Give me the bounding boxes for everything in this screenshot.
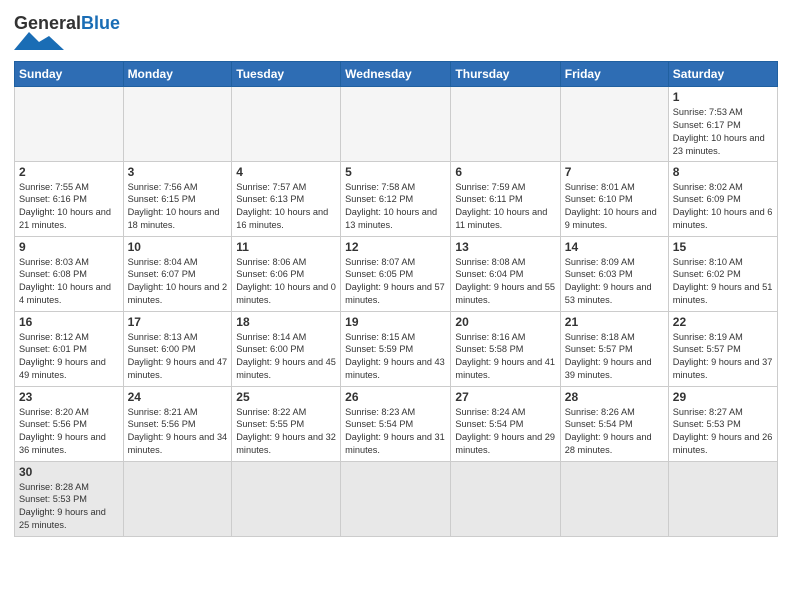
day-7: 7Sunrise: 8:01 AMSunset: 6:10 PMDaylight… (560, 161, 668, 236)
empty-cell (560, 87, 668, 162)
day-10: 10Sunrise: 8:04 AMSunset: 6:07 PMDayligh… (123, 236, 232, 311)
day-26: 26Sunrise: 8:23 AMSunset: 5:54 PMDayligh… (341, 386, 451, 461)
logo-text: GeneralBlue (14, 14, 120, 32)
empty-cell (15, 87, 124, 162)
day-3: 3Sunrise: 7:56 AMSunset: 6:15 PMDaylight… (123, 161, 232, 236)
header: GeneralBlue (14, 10, 778, 55)
week-row-3: 9Sunrise: 8:03 AMSunset: 6:08 PMDaylight… (15, 236, 778, 311)
day-15: 15Sunrise: 8:10 AMSunset: 6:02 PMDayligh… (668, 236, 777, 311)
day-27: 27Sunrise: 8:24 AMSunset: 5:54 PMDayligh… (451, 386, 560, 461)
empty-cell (668, 461, 777, 536)
day-11: 11Sunrise: 8:06 AMSunset: 6:06 PMDayligh… (232, 236, 341, 311)
empty-cell (341, 461, 451, 536)
day-8: 8Sunrise: 8:02 AMSunset: 6:09 PMDaylight… (668, 161, 777, 236)
empty-cell (341, 87, 451, 162)
day-29: 29Sunrise: 8:27 AMSunset: 5:53 PMDayligh… (668, 386, 777, 461)
day-22: 22Sunrise: 8:19 AMSunset: 5:57 PMDayligh… (668, 311, 777, 386)
header-saturday: Saturday (668, 62, 777, 87)
logo: GeneralBlue (14, 14, 120, 55)
day-5: 5Sunrise: 7:58 AMSunset: 6:12 PMDaylight… (341, 161, 451, 236)
day-12: 12Sunrise: 8:07 AMSunset: 6:05 PMDayligh… (341, 236, 451, 311)
day-6: 6Sunrise: 7:59 AMSunset: 6:11 PMDaylight… (451, 161, 560, 236)
day-17: 17Sunrise: 8:13 AMSunset: 6:00 PMDayligh… (123, 311, 232, 386)
header-sunday: Sunday (15, 62, 124, 87)
day-18: 18Sunrise: 8:14 AMSunset: 6:00 PMDayligh… (232, 311, 341, 386)
empty-cell (451, 461, 560, 536)
weekday-header-row: Sunday Monday Tuesday Wednesday Thursday… (15, 62, 778, 87)
day-21: 21Sunrise: 8:18 AMSunset: 5:57 PMDayligh… (560, 311, 668, 386)
empty-cell (232, 87, 341, 162)
week-row-6: 30Sunrise: 8:28 AMSunset: 5:53 PMDayligh… (15, 461, 778, 536)
day-25: 25Sunrise: 8:22 AMSunset: 5:55 PMDayligh… (232, 386, 341, 461)
logo-icon (14, 32, 64, 50)
day-24: 24Sunrise: 8:21 AMSunset: 5:56 PMDayligh… (123, 386, 232, 461)
day-23: 23Sunrise: 8:20 AMSunset: 5:56 PMDayligh… (15, 386, 124, 461)
day-9: 9Sunrise: 8:03 AMSunset: 6:08 PMDaylight… (15, 236, 124, 311)
day-14: 14Sunrise: 8:09 AMSunset: 6:03 PMDayligh… (560, 236, 668, 311)
empty-cell (560, 461, 668, 536)
empty-cell (123, 461, 232, 536)
day-19: 19Sunrise: 8:15 AMSunset: 5:59 PMDayligh… (341, 311, 451, 386)
day-4: 4Sunrise: 7:57 AMSunset: 6:13 PMDaylight… (232, 161, 341, 236)
header-friday: Friday (560, 62, 668, 87)
header-monday: Monday (123, 62, 232, 87)
day-28: 28Sunrise: 8:26 AMSunset: 5:54 PMDayligh… (560, 386, 668, 461)
day-20: 20Sunrise: 8:16 AMSunset: 5:58 PMDayligh… (451, 311, 560, 386)
day-16: 16Sunrise: 8:12 AMSunset: 6:01 PMDayligh… (15, 311, 124, 386)
header-wednesday: Wednesday (341, 62, 451, 87)
day-2: 2Sunrise: 7:55 AMSunset: 6:16 PMDaylight… (15, 161, 124, 236)
day-30: 30Sunrise: 8:28 AMSunset: 5:53 PMDayligh… (15, 461, 124, 536)
empty-cell (451, 87, 560, 162)
day-1: 1Sunrise: 7:53 AMSunset: 6:17 PMDaylight… (668, 87, 777, 162)
header-tuesday: Tuesday (232, 62, 341, 87)
empty-cell (123, 87, 232, 162)
week-row-2: 2Sunrise: 7:55 AMSunset: 6:16 PMDaylight… (15, 161, 778, 236)
calendar: Sunday Monday Tuesday Wednesday Thursday… (14, 61, 778, 537)
week-row-5: 23Sunrise: 8:20 AMSunset: 5:56 PMDayligh… (15, 386, 778, 461)
day-13: 13Sunrise: 8:08 AMSunset: 6:04 PMDayligh… (451, 236, 560, 311)
empty-cell (232, 461, 341, 536)
header-thursday: Thursday (451, 62, 560, 87)
week-row-4: 16Sunrise: 8:12 AMSunset: 6:01 PMDayligh… (15, 311, 778, 386)
week-row-1: 1Sunrise: 7:53 AMSunset: 6:17 PMDaylight… (15, 87, 778, 162)
